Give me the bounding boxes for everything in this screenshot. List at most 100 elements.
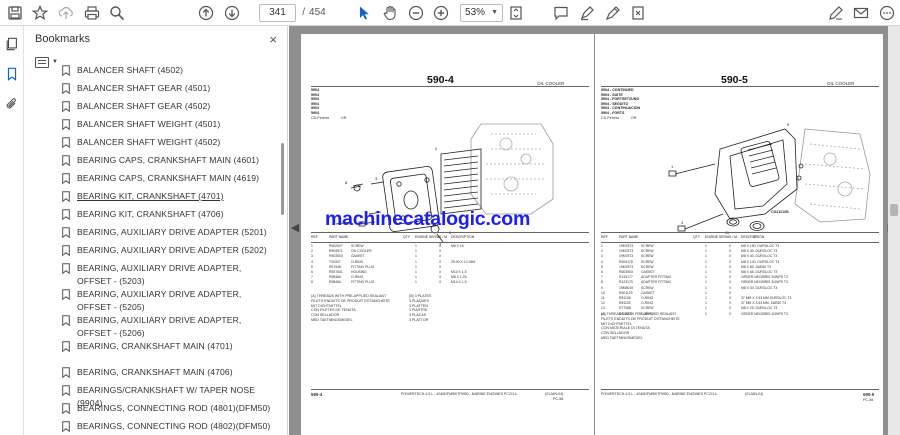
table-cell: R504971 <box>329 249 343 254</box>
table-cell: M8 X 30, DURGLOC T3 <box>741 285 778 290</box>
pages-thumbnails-icon[interactable] <box>0 32 24 56</box>
bookmark-item[interactable]: BALANCER SHAFT WEIGHT (4502) <box>24 136 280 149</box>
table-cell: 19M8019 <box>619 285 634 290</box>
bookmark-item[interactable]: BEARINGS, CONNECTING ROD (4802)(DFM50) <box>24 420 280 433</box>
table-cell: ORDER NEO/BRIS 3/4NPS T3 <box>741 280 788 285</box>
table-cell: 37 MM X 3.53 MM, SAE60 T3 <box>741 301 786 306</box>
oil-cooler-adapter-diagram: 1411129 <box>668 122 871 239</box>
bookmarks-panel-icon[interactable] <box>0 62 24 86</box>
table-cell: 6 <box>601 270 603 274</box>
table-cell: O-RING <box>641 296 654 300</box>
page-up-icon[interactable] <box>194 0 220 26</box>
draw-icon[interactable] <box>600 0 626 26</box>
table-cell <box>451 265 521 269</box>
table-row: 2 R504971 OIL COOLER 1 X <box>311 249 521 253</box>
more-icon[interactable] <box>874 0 900 26</box>
reference-note: CD-Pereira <box>601 116 619 120</box>
table-cell: 3 <box>601 254 603 259</box>
sealant-notes: (A) THREADS WITH PRE-APPLIED SEALANT FIL… <box>601 312 680 340</box>
save-icon[interactable] <box>2 0 28 26</box>
fit-page-icon[interactable] <box>503 0 529 26</box>
watermark-text: machinecatalogic.com <box>325 208 531 230</box>
bookmark-item[interactable]: BEARING CAPS, CRANKSHAFT MAIN (4601) <box>24 154 280 167</box>
previous-page-arrow-icon[interactable]: ◀ <box>289 222 301 234</box>
zoom-in-icon[interactable] <box>428 0 454 26</box>
bookmark-label: BEARING, AUXILIARY DRIVE ADAPTER, OFFSET… <box>77 263 242 286</box>
bookmark-item[interactable]: BALANCER SHAFT (4502) <box>24 64 280 77</box>
table-cell: R58466 <box>329 275 341 280</box>
table-cell: X <box>729 244 732 248</box>
print-icon[interactable] <box>79 0 105 26</box>
footer-rule <box>601 389 879 390</box>
table-row: 6 R503503 GASKET 1 X M8 X 65, DURGLOC T3 <box>601 270 811 274</box>
table-cell: SCREW <box>351 244 364 248</box>
bookmark-icon <box>62 137 70 148</box>
bookmark-item[interactable]: BEARINGS, CONNECTING ROD (4801)(DFM50) <box>24 402 280 415</box>
comment-icon[interactable] <box>548 0 574 26</box>
bookmark-item[interactable]: BEARING, AUXILIARY DRIVE ADAPTER, OFFSET… <box>24 288 280 314</box>
table-cell <box>693 306 705 310</box>
document-viewport: 590-4 OIL COOLER 5904 5904 5904 5904 590… <box>289 26 900 435</box>
bookmark-icon <box>62 245 70 256</box>
page-down-icon[interactable] <box>219 0 245 26</box>
attachments-icon[interactable] <box>0 92 24 116</box>
bookmark-item[interactable]: BEARING KIT, CRANKSHAFT (4706) <box>24 208 280 221</box>
bookmark-item[interactable]: BEARING, AUXILIARY DRIVE ADAPTER, OFFSET… <box>24 314 280 340</box>
bookmark-label: BEARINGS, CONNECTING ROD (4801)(DFM50) <box>77 403 271 413</box>
upload-icon[interactable] <box>53 0 79 26</box>
zoom-search-icon[interactable] <box>105 0 131 26</box>
svg-text:8: 8 <box>345 180 348 185</box>
bookmark-item[interactable]: BALANCER SHAFT GEAR (4502) <box>24 100 280 113</box>
zoom-out-icon[interactable] <box>403 0 429 26</box>
erase-icon[interactable] <box>625 0 651 26</box>
mail-icon[interactable] <box>849 0 875 26</box>
bookmark-label: BEARING, CRANKSHAFT MAIN (4706) <box>77 367 233 377</box>
bookmark-label: BEARING, AUXILIARY DRIVE ADAPTER, OFFSET… <box>77 315 242 338</box>
bookmark-item[interactable]: BEARING, CRANKSHAFT MAIN (4706) <box>24 366 280 379</box>
table-cell: SCREW <box>641 249 654 254</box>
table-cell: X <box>729 306 732 311</box>
table-cell: T30307 <box>329 259 341 264</box>
highlight-icon[interactable] <box>574 0 600 26</box>
bookmark-item[interactable]: BEARING CAPS, CRANKSHAFT MAIN (4619) <box>24 172 280 185</box>
bookmarks-panel: Bookmarks × ▼ BALANCER SHAFT (4502) BALAN… <box>24 26 288 435</box>
table-cell: 25.00 X 2.0 MM <box>451 259 475 264</box>
table-cell: M8 X 40, DURGLOC T3 <box>741 249 778 254</box>
bookmark-label: BEARING CAPS, CRANKSHAFT MAIN (4601) <box>77 155 260 165</box>
bookmarks-scrollbar[interactable] <box>280 71 286 435</box>
table-row: 8 R123179 ADAPTER FITTING 1 X ORDER NEO/BRIS … <box>601 280 811 284</box>
table-cell: 19M7873 <box>619 254 634 259</box>
bookmark-item[interactable]: BEARING, AUXILIARY DRIVE ADAPTER, OFFSET… <box>24 262 280 288</box>
table-cell: X <box>729 290 732 295</box>
close-icon[interactable]: × <box>269 32 277 47</box>
bookmark-item[interactable]: BEARING, CRANKSHAFT MAIN (4701) <box>24 340 280 353</box>
bookmarks-scrollbar-thumb[interactable] <box>281 143 284 215</box>
table-cell: 19M7873 <box>619 264 634 269</box>
table-top-rule <box>311 232 589 233</box>
bookmark-item[interactable]: BALANCER SHAFT WEIGHT (4501) <box>24 118 280 131</box>
svg-text:1: 1 <box>671 164 674 169</box>
page-number-input[interactable]: 341 <box>258 3 297 22</box>
document-scrollbar[interactable] <box>888 26 900 435</box>
bookmark-label: BEARING, AUXILIARY DRIVE ADAPTER (5202) <box>77 245 267 255</box>
edit-sign-icon[interactable] <box>823 0 849 26</box>
document-scrollbar-thumb[interactable] <box>890 204 898 216</box>
bookmark-item[interactable]: BEARING, AUXILIARY DRIVE ADAPTER (5202) <box>24 244 280 257</box>
footer-date: (01JAN-04) <box>745 392 764 396</box>
bookmark-icon <box>62 341 70 352</box>
table-cell: 1 <box>705 296 707 300</box>
table-cell: X <box>729 264 732 269</box>
bookmark-item[interactable]: BEARING KIT, CRANKSHAFT (4701) <box>24 190 280 203</box>
bookmark-star-icon[interactable] <box>28 0 54 26</box>
select-cursor-icon[interactable] <box>351 0 377 26</box>
zoom-level-select[interactable]: 53% ▼ <box>460 3 503 22</box>
table-cell: 1 <box>415 270 417 274</box>
table-cell: 6 <box>311 270 313 274</box>
hand-icon[interactable] <box>377 0 403 26</box>
page-separator: / <box>302 7 306 18</box>
table-cell: X <box>729 301 732 306</box>
table-row: 10 R501129 GASKET 1 X <box>601 291 811 295</box>
bookmark-item[interactable]: BALANCER SHAFT GEAR (4501) <box>24 82 280 95</box>
bookmark-item[interactable]: BEARING, AUXILIARY DRIVE ADAPTER (5201) <box>24 226 280 239</box>
table-cell: 1 <box>705 270 707 274</box>
